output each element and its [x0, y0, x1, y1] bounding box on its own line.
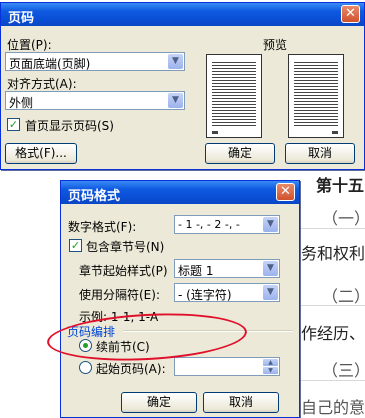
page-number-dialog-titlebar[interactable]: 页码 ✕	[1, 3, 364, 26]
close-icon[interactable]: ✕	[276, 183, 295, 201]
doc-underline	[298, 305, 365, 306]
cancel-button[interactable]: 取消	[285, 143, 355, 164]
doc-underline	[298, 228, 365, 229]
ok-button[interactable]: 确定	[121, 392, 197, 413]
first-page-checkbox[interactable]: ✓	[7, 118, 20, 131]
chevron-up-icon[interactable]: ▲	[263, 359, 278, 366]
alignment-select[interactable]: 外侧 ▼	[5, 91, 185, 110]
page-number-dialog: 页码 ✕ 位置(P): 页面底端(页脚) ▼ 对齐方式(A): 外侧 ▼ ✓ 首…	[0, 2, 365, 170]
doc-text-line: 第十五	[316, 176, 365, 195]
start-at-label[interactable]: 起始页码(A):	[96, 360, 166, 377]
separator-select[interactable]: - (连字符) ▼	[174, 283, 280, 302]
page-number-format-titlebar[interactable]: 页码格式 ✕	[61, 181, 299, 204]
start-at-radio[interactable]	[79, 361, 92, 374]
dialog-title: 页码格式	[68, 189, 121, 204]
preview-label: 预览	[263, 38, 288, 52]
preview-page-right	[288, 54, 344, 138]
separator-label: 使用分隔符(E):	[79, 288, 160, 302]
doc-text-line: 作经历、	[301, 324, 365, 343]
chevron-down-icon[interactable]: ▼	[263, 367, 278, 374]
doc-text-line: （二）	[322, 287, 365, 306]
number-format-value: - 1 -, - 2 -, -	[178, 218, 240, 231]
chapter-style-label: 章节起始样式(P)	[79, 264, 168, 278]
format-button[interactable]: 格式(F)...	[5, 143, 77, 164]
separator-value: - (连字符)	[178, 288, 232, 302]
doc-underline	[298, 380, 365, 381]
preview-page-left	[206, 54, 262, 138]
first-page-label[interactable]: 首页显示页码(S)	[25, 117, 114, 134]
chapter-style-select[interactable]: 标题 1 ▼	[174, 259, 280, 278]
chapter-style-value: 标题 1	[178, 264, 214, 278]
include-chapter-checkbox[interactable]: ✓	[69, 239, 82, 252]
doc-text-line: （三）	[322, 361, 365, 380]
position-select[interactable]: 页面底端(页脚) ▼	[5, 52, 185, 71]
chevron-down-icon[interactable]: ▼	[263, 285, 278, 300]
ok-button[interactable]: 确定	[205, 143, 275, 164]
dialog-title: 页码	[8, 11, 35, 26]
number-format-select[interactable]: - 1 -, - 2 -, - ▼	[174, 215, 280, 234]
cancel-button[interactable]: 取消	[203, 392, 279, 413]
include-chapter-label[interactable]: 包含章节号(N)	[86, 238, 164, 255]
position-value: 页面底端(页脚)	[9, 57, 91, 71]
chevron-down-icon[interactable]: ▼	[168, 93, 183, 108]
spinner-arrows[interactable]: ▲ ▼	[263, 359, 278, 374]
start-at-input[interactable]: ▲ ▼	[174, 357, 280, 376]
doc-text-line: 务和权利	[301, 244, 365, 263]
number-format-label: 数字格式(F):	[68, 220, 137, 234]
doc-text-line: （一）	[322, 209, 365, 228]
alignment-label: 对齐方式(A):	[7, 77, 77, 91]
alignment-value: 外侧	[9, 96, 34, 110]
doc-text-line: 自己的意	[301, 398, 365, 417]
close-icon[interactable]: ✕	[341, 5, 360, 23]
position-label: 位置(P):	[7, 38, 52, 52]
chevron-down-icon[interactable]: ▼	[263, 217, 278, 232]
page-number-format-dialog: 页码格式 ✕ 数字格式(F): - 1 -, - 2 -, - ▼ ✓ 包含章节…	[60, 180, 300, 418]
chevron-down-icon[interactable]: ▼	[263, 261, 278, 276]
chevron-down-icon[interactable]: ▼	[168, 54, 183, 69]
